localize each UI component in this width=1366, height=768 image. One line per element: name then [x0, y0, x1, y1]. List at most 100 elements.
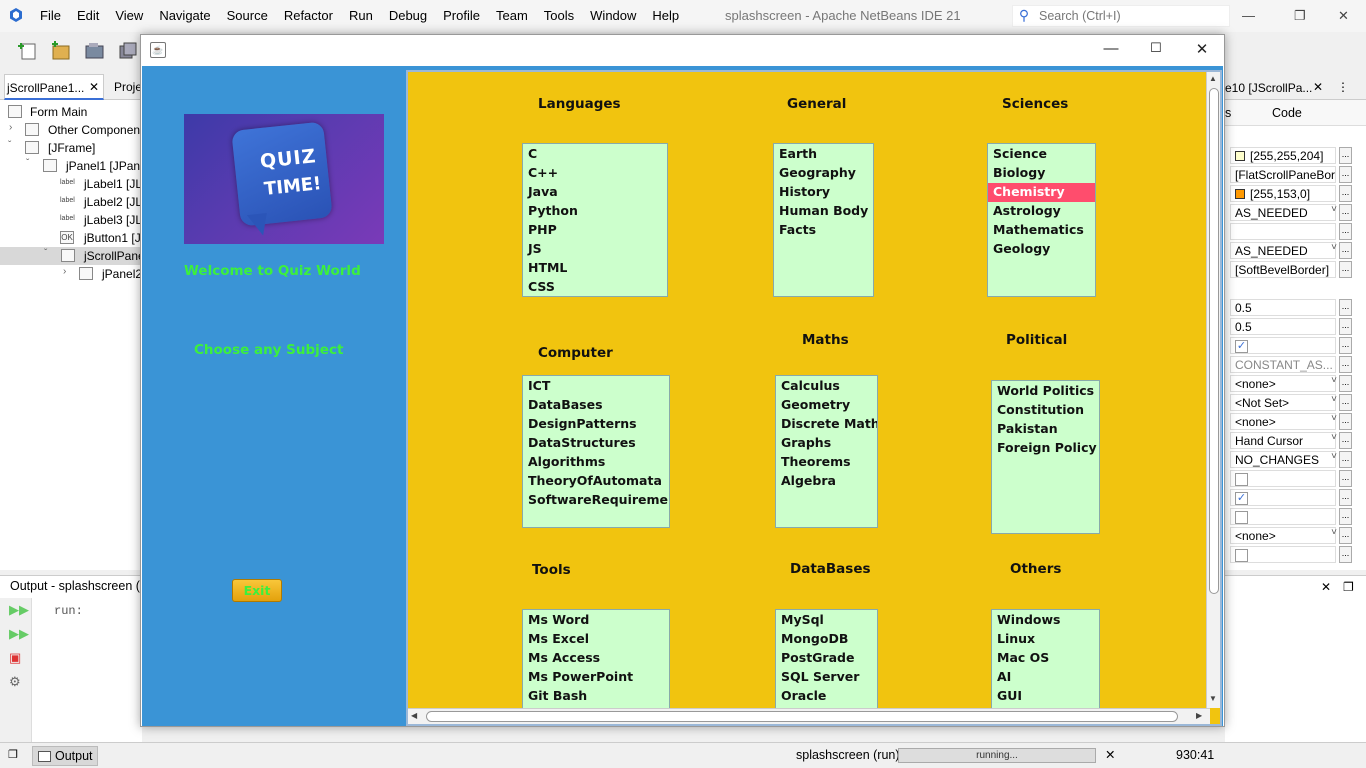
menu-file[interactable]: File [40, 8, 61, 23]
subject-item[interactable]: TheoryOfAutomata [523, 472, 669, 491]
property-editor-button[interactable]: ... [1339, 489, 1352, 506]
checkbox[interactable] [1235, 511, 1248, 524]
subject-list-sciences[interactable]: Science Biology Chemistry Astrology Mathemat… [987, 143, 1096, 297]
subject-item[interactable]: Linux [992, 630, 1099, 649]
subject-item[interactable]: Ms Access [523, 649, 669, 668]
property-row[interactable]: ... [1229, 469, 1365, 488]
menu-refactor[interactable]: Refactor [284, 8, 333, 23]
property-row[interactable]: AS_NEEDED ˅... [1229, 203, 1365, 222]
property-editor-button[interactable]: ... [1339, 356, 1352, 373]
property-row[interactable]: ... [1229, 507, 1365, 526]
subject-item[interactable]: Ms Excel [523, 630, 669, 649]
checkbox-checked[interactable]: ✓ [1235, 492, 1248, 505]
output-tab[interactable]: Output [32, 746, 98, 766]
search-input[interactable]: ⚲ Search (Ctrl+I) [1012, 5, 1230, 27]
subject-item[interactable]: Geometry [776, 396, 877, 415]
property-row[interactable]: [255,255,204]... [1229, 146, 1365, 165]
property-value[interactable]: <none> [1230, 375, 1336, 392]
settings-icon[interactable]: ⚙ [9, 674, 25, 690]
subject-item[interactable]: Human Body [774, 202, 873, 221]
subject-item[interactable]: Biology [988, 164, 1095, 183]
subject-item[interactable]: Constitution [992, 401, 1099, 420]
chevron-down-icon[interactable]: ˅ [1331, 432, 1337, 443]
property-value[interactable]: <none> [1230, 413, 1336, 430]
scroll-down-icon[interactable]: ▼ [1209, 694, 1217, 703]
tree-item-other-components[interactable]: › Other Componen [0, 121, 142, 139]
maximize-icon[interactable]: ☐ [1141, 40, 1171, 60]
property-editor-button[interactable]: ... [1339, 318, 1352, 335]
subject-item[interactable]: Calculus [776, 377, 877, 396]
subject-item[interactable]: DataStructures [523, 434, 669, 453]
subject-item[interactable]: PHP [523, 221, 667, 240]
property-editor-button[interactable]: ... [1339, 432, 1352, 449]
property-value[interactable]: <none> [1230, 527, 1336, 544]
property-row[interactable]: ... [1229, 545, 1365, 564]
subject-item[interactable]: Chemistry [988, 183, 1095, 202]
subject-item[interactable]: World Politics [992, 382, 1099, 401]
subject-item[interactable]: MongoDB [776, 630, 877, 649]
property-editor-button[interactable]: ... [1339, 337, 1352, 354]
property-value[interactable]: ✓ [1230, 337, 1336, 354]
minimize-icon[interactable]: — [1096, 40, 1126, 60]
subject-item[interactable]: MySql [776, 611, 877, 630]
chevron-down-icon[interactable]: ˅ [1331, 527, 1337, 538]
property-row[interactable]: <none> ˅... [1229, 374, 1365, 393]
subject-item[interactable]: Pakistan [992, 420, 1099, 439]
exit-button[interactable]: Exit [232, 579, 282, 602]
tree-item-jbutton1[interactable]: OK jButton1 [J [0, 229, 142, 247]
property-row[interactable]: ... [1229, 222, 1365, 241]
menu-debug[interactable]: Debug [389, 8, 427, 23]
menu-window[interactable]: Window [590, 8, 636, 23]
subject-item[interactable]: SQL Server [776, 668, 877, 687]
subject-list-databases[interactable]: MySql MongoDB PostGrade SQL Server Oracle [775, 609, 878, 719]
checkbox-checked[interactable]: ✓ [1235, 340, 1248, 353]
subject-item[interactable]: Science [988, 145, 1095, 164]
tree-item-jpanel2[interactable]: › jPanel2 [0, 265, 142, 283]
property-editor-button[interactable]: ... [1339, 470, 1352, 487]
menu-help[interactable]: Help [652, 8, 679, 23]
subject-item[interactable]: Geography [774, 164, 873, 183]
cancel-task-icon[interactable]: ✕ [1105, 747, 1115, 762]
property-value[interactable]: [SoftBevelBorder] [1230, 261, 1336, 278]
menu-view[interactable]: View [115, 8, 143, 23]
chevron-right-icon[interactable]: › [9, 122, 12, 133]
subject-item[interactable]: GUI [992, 687, 1099, 706]
menu-run[interactable]: Run [349, 8, 373, 23]
stop-icon[interactable]: ▣ [9, 650, 25, 666]
new-project-icon[interactable] [50, 40, 72, 62]
subject-list-general[interactable]: Earth Geography History Human Body Facts [773, 143, 874, 297]
subject-item[interactable]: Java [523, 183, 667, 202]
subject-item[interactable]: PostGrade [776, 649, 877, 668]
property-value[interactable]: 0.5 [1230, 299, 1336, 316]
property-editor-button[interactable]: ... [1339, 166, 1352, 183]
property-row[interactable]: 0.5... [1229, 298, 1365, 317]
tree-item-jscrollpane[interactable]: ˇ jScrollPane [0, 247, 142, 265]
property-row[interactable]: AS_NEEDED ˅... [1229, 241, 1365, 260]
tree-item-jlabel3[interactable]: label jLabel3 [JLa [0, 211, 142, 229]
chevron-down-icon[interactable]: ˇ [8, 140, 11, 151]
subject-item[interactable]: Oracle [776, 687, 877, 706]
subject-item[interactable]: HTML [523, 259, 667, 278]
subject-item[interactable]: DataBases [523, 396, 669, 415]
vertical-scrollbar[interactable]: ▲ ▼ [1206, 72, 1220, 708]
property-value[interactable]: AS_NEEDED [1230, 204, 1336, 221]
menu-profile[interactable]: Profile [443, 8, 480, 23]
scroll-up-icon[interactable]: ▲ [1209, 74, 1217, 83]
subject-item[interactable]: Mac OS [992, 649, 1099, 668]
checkbox[interactable] [1235, 473, 1248, 486]
subject-item[interactable]: Facts [774, 221, 873, 240]
subject-list-political[interactable]: World Politics Constitution Pakistan Foreig… [991, 380, 1100, 534]
restore-icon[interactable]: ❐ [1294, 8, 1306, 24]
property-row[interactable]: <Not Set> ˅... [1229, 393, 1365, 412]
property-row[interactable]: [FlatScrollPaneBord... [1229, 165, 1365, 184]
property-value[interactable]: Hand Cursor [1230, 432, 1336, 449]
property-value[interactable]: [255,255,204] [1230, 147, 1336, 164]
tree-item-jframe[interactable]: ˇ [JFrame] [0, 139, 142, 157]
property-row[interactable]: Hand Cursor ˅... [1229, 431, 1365, 450]
tab-jscrollpane[interactable]: jScrollPane1... ✕ [4, 74, 104, 100]
close-tab-icon[interactable]: ✕ [89, 80, 99, 94]
horizontal-scroll-thumb[interactable] [426, 711, 1178, 722]
menu-edit[interactable]: Edit [77, 8, 99, 23]
subject-item[interactable]: Earth [774, 145, 873, 164]
tree-item-jlabel2[interactable]: label jLabel2 [JLa [0, 193, 142, 211]
